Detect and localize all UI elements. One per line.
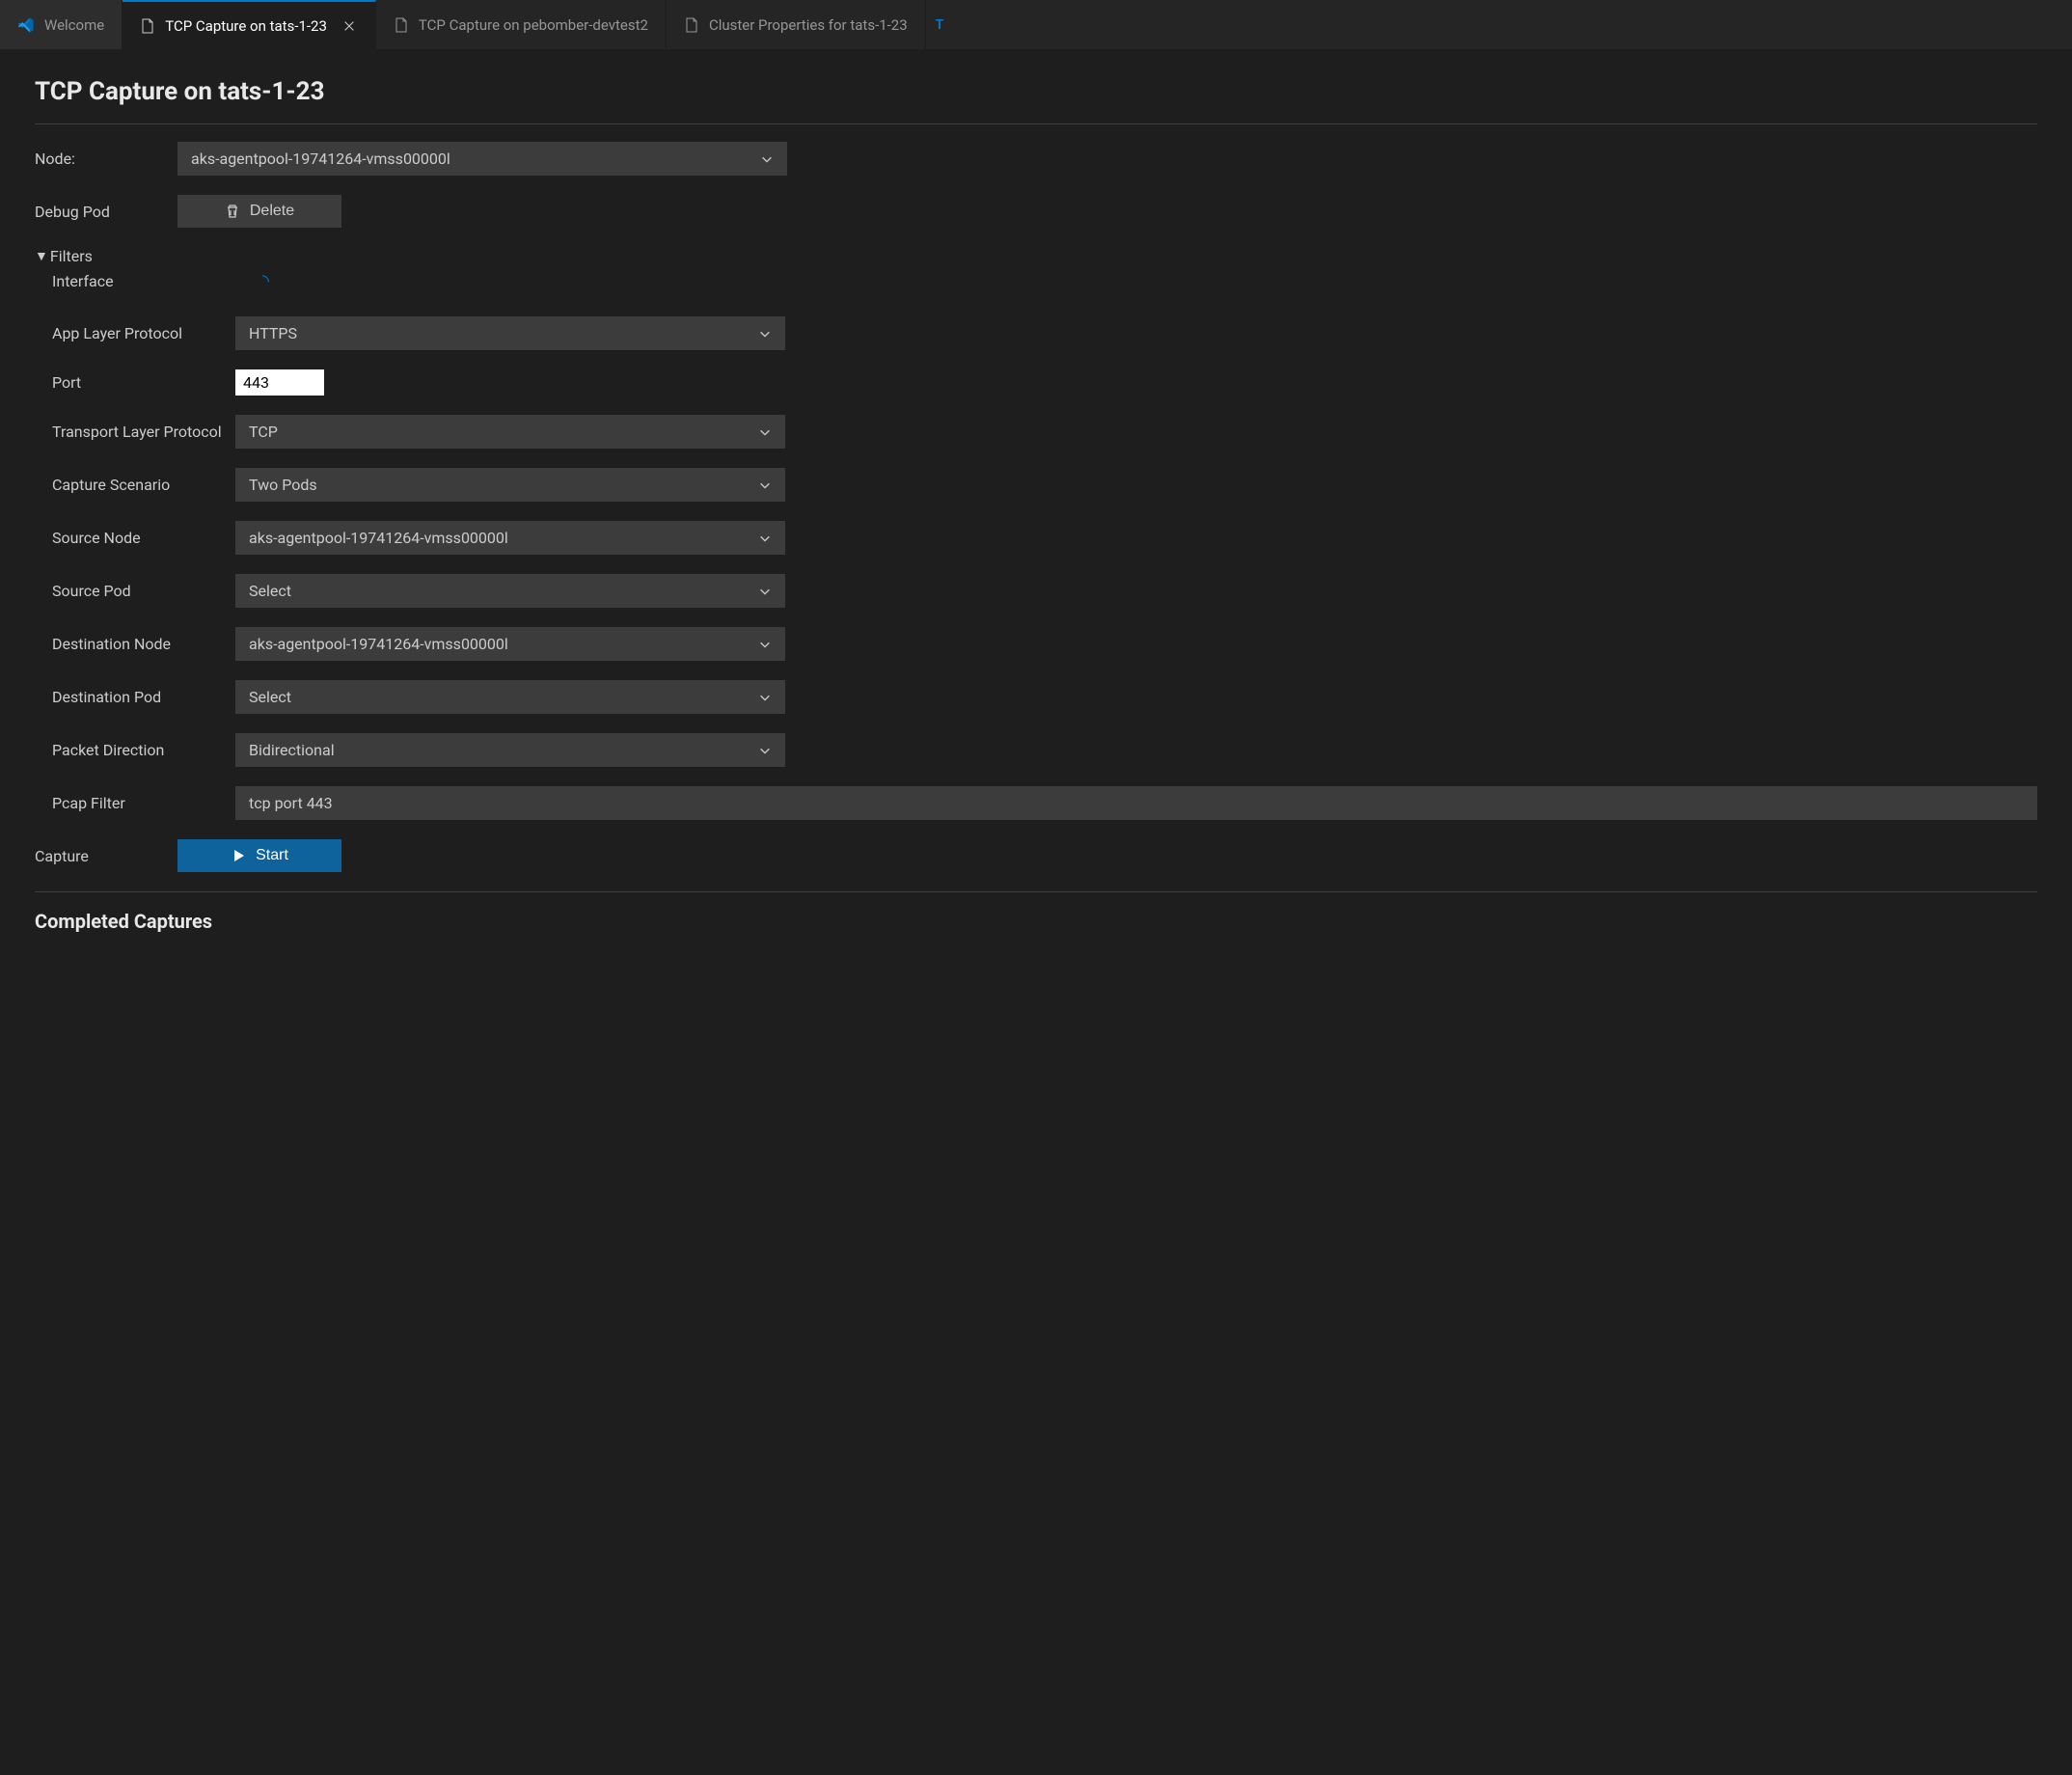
source-pod-dropdown[interactable]: Select — [235, 574, 785, 608]
page-title: TCP Capture on tats-1-23 — [35, 77, 2037, 106]
interface-label: Interface — [52, 272, 235, 290]
transport-label: Transport Layer Protocol — [52, 423, 235, 441]
tabs-bar: Welcome TCP Capture on tats-1-23 TCP Cap… — [0, 0, 2072, 50]
close-icon[interactable] — [341, 17, 358, 35]
file-icon — [140, 18, 155, 34]
node-value: aks-agentpool-19741264-vmss00000l — [191, 150, 450, 168]
app-protocol-dropdown[interactable]: HTTPS — [235, 316, 785, 350]
start-label: Start — [256, 847, 288, 864]
node-dropdown[interactable]: aks-agentpool-19741264-vmss00000l — [177, 142, 787, 176]
scenario-label: Capture Scenario — [52, 476, 235, 494]
collapse-triangle-icon: ▼ — [35, 248, 48, 264]
filters-toggle[interactable]: ▼ Filters — [35, 247, 2037, 265]
transport-value: TCP — [249, 423, 278, 441]
tab-cluster-properties[interactable]: Cluster Properties for tats-1-23 — [667, 0, 926, 49]
vscode-logo-icon — [17, 16, 35, 34]
source-node-row: Source Node aks-agentpool-19741264-vmss0… — [52, 521, 2037, 555]
dest-node-dropdown[interactable]: aks-agentpool-19741264-vmss00000l — [235, 627, 785, 661]
tab-label: Cluster Properties for tats-1-23 — [709, 16, 908, 34]
chevron-down-icon — [758, 478, 772, 492]
node-label: Node: — [35, 150, 177, 168]
tab-label: TCP Capture on pebomber-devtest2 — [419, 16, 648, 34]
transport-dropdown[interactable]: TCP — [235, 415, 785, 449]
chevron-down-icon — [758, 327, 772, 341]
direction-value: Bidirectional — [249, 741, 335, 759]
chevron-down-icon — [758, 744, 772, 757]
source-node-dropdown[interactable]: aks-agentpool-19741264-vmss00000l — [235, 521, 785, 555]
dest-pod-row: Destination Pod Select — [52, 680, 2037, 714]
dest-pod-value: Select — [249, 688, 291, 706]
pcap-label: Pcap Filter — [52, 794, 235, 812]
delete-button[interactable]: Delete — [177, 195, 341, 228]
source-pod-label: Source Pod — [52, 582, 235, 600]
node-row: Node: aks-agentpool-19741264-vmss00000l — [35, 142, 2037, 176]
chevron-down-icon — [758, 425, 772, 439]
capture-label: Capture — [35, 847, 177, 865]
dest-node-value: aks-agentpool-19741264-vmss00000l — [249, 635, 508, 653]
dest-pod-label: Destination Pod — [52, 688, 235, 706]
source-node-value: aks-agentpool-19741264-vmss00000l — [249, 529, 508, 547]
app-protocol-row: App Layer Protocol HTTPS — [52, 316, 2037, 350]
port-label: Port — [52, 373, 235, 392]
delete-label: Delete — [250, 203, 294, 220]
tab-label: TCP Capture on tats-1-23 — [165, 17, 327, 35]
direction-row: Packet Direction Bidirectional — [52, 733, 2037, 767]
divider — [35, 891, 2037, 892]
completed-captures-title: Completed Captures — [35, 910, 2037, 933]
capture-row: Capture Start — [35, 839, 2037, 872]
tab-overflow-label: T — [936, 17, 944, 33]
source-node-label: Source Node — [52, 529, 235, 547]
app-protocol-value: HTTPS — [249, 324, 297, 342]
source-pod-value: Select — [249, 582, 291, 600]
file-icon — [684, 17, 699, 33]
port-input[interactable] — [235, 369, 324, 396]
dest-node-label: Destination Node — [52, 635, 235, 653]
trash-icon — [225, 204, 240, 219]
debug-pod-row: Debug Pod Delete — [35, 195, 2037, 228]
content-area: TCP Capture on tats-1-23 Node: aks-agent… — [0, 50, 2072, 960]
chevron-down-icon — [758, 638, 772, 651]
filters-section: Interface ◝ App Layer Protocol HTTPS Por… — [35, 271, 2037, 820]
filters-label: Filters — [50, 247, 93, 265]
direction-label: Packet Direction — [52, 741, 235, 759]
pcap-input[interactable] — [235, 786, 2037, 820]
play-icon — [231, 848, 246, 863]
port-row: Port — [52, 369, 2037, 396]
tab-tcp-capture-tats[interactable]: TCP Capture on tats-1-23 — [123, 0, 376, 49]
chevron-down-icon — [758, 585, 772, 598]
tab-overflow[interactable]: T — [926, 0, 954, 49]
direction-dropdown[interactable]: Bidirectional — [235, 733, 785, 767]
loading-spinner-icon: ◝ — [262, 271, 269, 291]
tab-tcp-capture-pebomber[interactable]: TCP Capture on pebomber-devtest2 — [376, 0, 667, 49]
scenario-row: Capture Scenario Two Pods — [52, 468, 2037, 502]
divider — [35, 123, 2037, 124]
chevron-down-icon — [760, 152, 774, 166]
chevron-down-icon — [758, 691, 772, 704]
dest-pod-dropdown[interactable]: Select — [235, 680, 785, 714]
transport-row: Transport Layer Protocol TCP — [52, 415, 2037, 449]
source-pod-row: Source Pod Select — [52, 574, 2037, 608]
dest-node-row: Destination Node aks-agentpool-19741264-… — [52, 627, 2037, 661]
tab-welcome-label: Welcome — [44, 16, 104, 34]
file-icon — [394, 17, 409, 33]
scenario-value: Two Pods — [249, 476, 317, 494]
app-protocol-label: App Layer Protocol — [52, 324, 235, 342]
pcap-row: Pcap Filter — [52, 786, 2037, 820]
start-button[interactable]: Start — [177, 839, 341, 872]
debug-pod-label: Debug Pod — [35, 203, 177, 221]
interface-row: Interface ◝ — [52, 271, 2037, 291]
scenario-dropdown[interactable]: Two Pods — [235, 468, 785, 502]
chevron-down-icon — [758, 532, 772, 545]
tab-welcome[interactable]: Welcome — [0, 0, 123, 49]
